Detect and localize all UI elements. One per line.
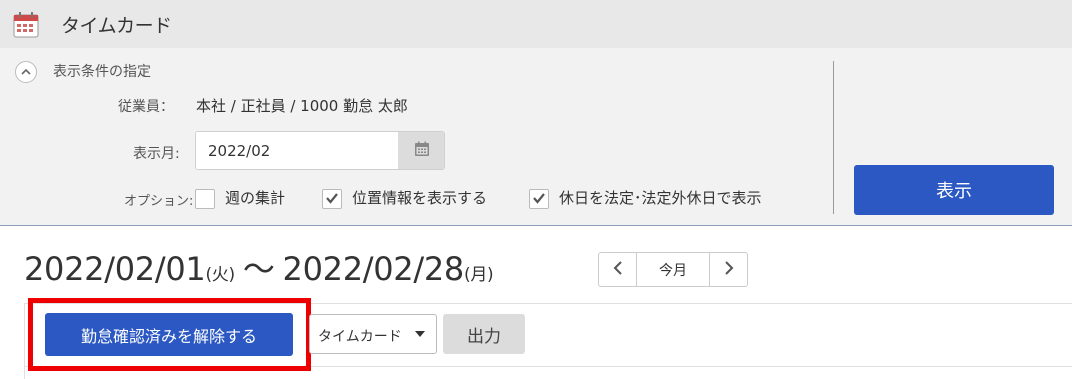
calendar-icon — [13, 12, 39, 38]
range-separator: ～ — [242, 250, 275, 288]
output-button[interactable]: 出力 — [443, 314, 525, 354]
highlight-annotation — [28, 298, 311, 371]
chevron-up-icon — [20, 63, 32, 82]
checkbox-holiday-legal[interactable] — [529, 189, 549, 209]
range-start: 2022/02/01 — [24, 250, 206, 288]
prev-month-button[interactable] — [599, 253, 636, 286]
month-picker-button[interactable] — [398, 132, 444, 169]
show-button[interactable]: 表示 — [854, 165, 1054, 215]
filter-section-title: 表示条件の指定 — [53, 64, 151, 80]
title-bar: タイムカード — [0, 0, 1072, 48]
report-type-select[interactable]: タイムカード — [309, 314, 437, 354]
divider — [833, 61, 834, 214]
employee-label: 従業員： — [118, 99, 174, 115]
option-label: オプション: — [124, 194, 194, 209]
month-label: 表示月: — [133, 146, 180, 162]
next-month-button[interactable] — [710, 253, 747, 286]
month-pager: 今月 — [598, 252, 748, 287]
employee-value: 本社 / 正社員 / 1000 勤怠 太郎 — [196, 97, 408, 115]
filter-panel: 表示条件の指定 従業員： 本社 / 正社員 / 1000 勤怠 太郎 表示月: … — [0, 48, 1072, 226]
range-end: 2022/02/28 — [282, 250, 465, 288]
range-start-dow: (火) — [205, 265, 235, 285]
check-icon — [325, 190, 339, 209]
checkbox-show-location[interactable] — [322, 189, 342, 209]
chevron-left-icon — [612, 260, 624, 280]
chevron-right-icon — [723, 260, 735, 280]
this-month-button[interactable]: 今月 — [636, 253, 710, 286]
option-label-show-location: 位置情報を表示する — [352, 189, 488, 207]
month-field — [195, 131, 445, 170]
report-type-value: タイムカード — [318, 329, 402, 345]
check-icon — [532, 190, 546, 209]
toolbar-border — [24, 303, 25, 379]
calendar-icon — [414, 141, 430, 161]
option-label-holiday-legal: 休日を法定･法定外休日で表示 — [559, 189, 762, 207]
checkbox-weekly-summary[interactable] — [195, 189, 215, 209]
range-end-dow: (月) — [463, 265, 494, 285]
page-title: タイムカード — [61, 15, 172, 37]
caret-down-icon — [415, 331, 425, 337]
option-label-weekly-summary: 週の集計 — [225, 189, 286, 207]
collapse-button[interactable] — [15, 61, 37, 83]
date-range: 2022/02/01(火) ～ 2022/02/28(月) — [24, 244, 494, 290]
month-input[interactable] — [196, 132, 398, 169]
